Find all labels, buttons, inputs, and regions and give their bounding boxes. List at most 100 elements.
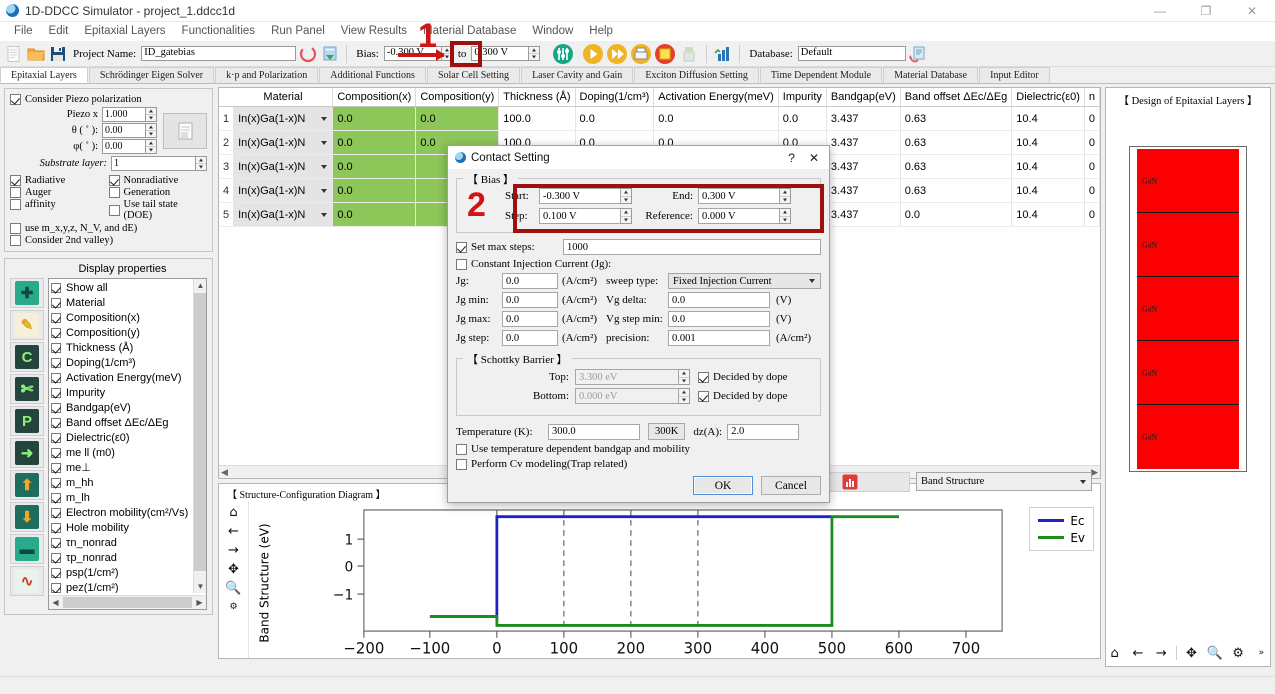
edit-layer-button[interactable]: ✎: [10, 310, 44, 340]
cell-extra[interactable]: 0: [1084, 202, 1100, 227]
list-item-checkbox[interactable]: [51, 297, 61, 308]
save-icon[interactable]: [48, 44, 68, 64]
list-item[interactable]: Material: [51, 295, 204, 310]
list-item[interactable]: m_lh: [51, 490, 204, 505]
menu-edit[interactable]: Edit: [41, 22, 77, 41]
th-extra[interactable]: n: [1084, 88, 1100, 107]
list-item-checkbox[interactable]: [51, 582, 61, 593]
chevron-down-icon[interactable]: [321, 212, 328, 217]
list-item-checkbox[interactable]: [51, 372, 61, 383]
dialog-close-button[interactable]: ✕: [809, 151, 819, 165]
generation-row[interactable]: Generation: [108, 187, 208, 198]
chevron-down-icon[interactable]: [1080, 479, 1086, 484]
cell-bandgap[interactable]: 3.437: [826, 178, 901, 203]
precision-field[interactable]: 0.001: [668, 330, 770, 346]
cell-band-offset[interactable]: 0.63: [900, 106, 1013, 131]
home-icon[interactable]: ⌂: [1106, 644, 1123, 662]
list-item-checkbox[interactable]: [51, 312, 61, 323]
piezo-x-spin[interactable]: [146, 107, 157, 122]
jgmax-field[interactable]: 0.0: [502, 311, 558, 327]
th-material[interactable]: Material: [233, 88, 334, 107]
list-item-checkbox[interactable]: [51, 282, 61, 293]
back-arrow-icon[interactable]: ←: [224, 522, 244, 540]
th-composition-y[interactable]: Composition(y): [415, 88, 500, 107]
tail-state-checkbox[interactable]: [108, 204, 120, 216]
temp-dependent-checkbox[interactable]: [456, 443, 467, 455]
tab-exciton-diffusion-setting[interactable]: Exciton Diffusion Setting: [634, 67, 759, 83]
close-button[interactable]: ✕: [1229, 0, 1275, 22]
menu-window[interactable]: Window: [524, 22, 581, 41]
cv-modeling-checkbox[interactable]: [456, 458, 467, 470]
tab-material-database[interactable]: Material Database: [883, 67, 979, 83]
cell-bandgap[interactable]: 3.437: [826, 154, 901, 179]
move-layer-down-button[interactable]: ⬇: [10, 502, 44, 532]
nonradiative-checkbox[interactable]: [108, 175, 120, 186]
second-valley-row[interactable]: Consider 2nd valley): [10, 235, 207, 246]
list-item-checkbox[interactable]: [51, 522, 61, 533]
substrate-layer-spin[interactable]: [196, 156, 207, 171]
sweep-type-combo[interactable]: Fixed Injection Current: [668, 273, 821, 289]
th-impurity[interactable]: Impurity: [778, 88, 827, 107]
jgstep-field[interactable]: 0.0: [502, 330, 558, 346]
batch-icon[interactable]: [630, 43, 652, 65]
list-item[interactable]: Composition(x): [51, 310, 204, 325]
th-thickness[interactable]: Thickness (Å): [498, 88, 576, 107]
cell-composition-x[interactable]: 0.0: [332, 130, 417, 155]
cell-material[interactable]: In(x)Ga(1-x)N: [233, 130, 334, 155]
cell-dielectric[interactable]: 10.4: [1011, 154, 1085, 179]
list-item[interactable]: Bandgap(eV): [51, 400, 204, 415]
list-item-checkbox[interactable]: [51, 432, 61, 443]
list-item-checkbox[interactable]: [51, 357, 61, 368]
list-item[interactable]: me ll (m0): [51, 445, 204, 460]
back-arrow-icon[interactable]: ←: [1129, 644, 1146, 662]
stack-layer[interactable]: GaN: [1137, 341, 1239, 405]
jgmin-field[interactable]: 0.0: [502, 292, 558, 308]
display-list-vertical-scrollbar[interactable]: ▲ ▼: [193, 279, 206, 593]
tab-input-editor[interactable]: Input Editor: [979, 67, 1050, 83]
chevron-down-icon[interactable]: [321, 116, 328, 121]
database-input[interactable]: Default: [797, 46, 906, 61]
cell-dielectric[interactable]: 10.4: [1011, 202, 1085, 227]
list-item[interactable]: Impurity: [51, 385, 204, 400]
cell-bandgap[interactable]: 3.437: [826, 106, 901, 131]
scroll-down-icon[interactable]: ▼: [194, 580, 206, 593]
zoom-icon[interactable]: 🔍: [224, 579, 244, 597]
second-valley-checkbox[interactable]: [10, 235, 21, 246]
list-item-checkbox[interactable]: [51, 507, 61, 518]
scroll-left-icon[interactable]: ◀: [221, 467, 228, 478]
tab-solar-cell-setting[interactable]: Solar Cell Setting: [426, 67, 521, 83]
ok-button[interactable]: OK: [693, 476, 753, 495]
menu-file[interactable]: File: [6, 22, 41, 41]
list-item-checkbox[interactable]: [51, 567, 61, 578]
menu-run-panel[interactable]: Run Panel: [263, 22, 333, 41]
cell-composition-x[interactable]: 0.0: [332, 106, 417, 131]
max-steps-row[interactable]: Set max steps: 1000: [456, 239, 821, 255]
list-item[interactable]: τn_nonrad: [51, 535, 204, 550]
minimize-button[interactable]: —: [1137, 0, 1183, 22]
affinity-row[interactable]: affinity: [10, 199, 109, 210]
cell-extra[interactable]: 0: [1084, 154, 1100, 179]
max-steps-checkbox[interactable]: [456, 241, 467, 253]
cell-doping[interactable]: 0.0: [575, 106, 655, 131]
auger-row[interactable]: Auger: [10, 187, 109, 198]
refresh-icon[interactable]: [298, 44, 318, 64]
maximize-button[interactable]: ❐: [1183, 0, 1229, 22]
list-item-checkbox[interactable]: [51, 417, 61, 428]
menu-view-results[interactable]: View Results: [333, 22, 415, 41]
use-mxyz-checkbox[interactable]: [10, 223, 21, 234]
phi-input[interactable]: 0.00: [102, 139, 146, 154]
list-item[interactable]: Band offset ΔEc/ΔEg: [51, 415, 204, 430]
th-activation-energy[interactable]: Activation Energy(meV): [653, 88, 779, 107]
vg-delta-field[interactable]: 0.0: [668, 292, 770, 308]
th-bandgap[interactable]: Bandgap(eV): [826, 88, 901, 107]
cell-thickness[interactable]: 100.0: [498, 106, 576, 131]
cell-dielectric[interactable]: 10.4: [1011, 178, 1085, 203]
cell-material[interactable]: In(x)Ga(1-x)N: [233, 202, 334, 227]
cell-band-offset[interactable]: 0.63: [900, 178, 1013, 203]
list-item[interactable]: Electron mobility(cm²/Vs): [51, 505, 204, 520]
piezo-table-button[interactable]: [163, 112, 207, 149]
stack-layer[interactable]: GaN: [1137, 213, 1239, 277]
scroll-up-icon[interactable]: ▲: [194, 279, 206, 292]
menu-epitaxial-layers[interactable]: Epitaxial Layers: [76, 22, 173, 41]
settings-icon[interactable]: ⚙: [1229, 644, 1246, 662]
